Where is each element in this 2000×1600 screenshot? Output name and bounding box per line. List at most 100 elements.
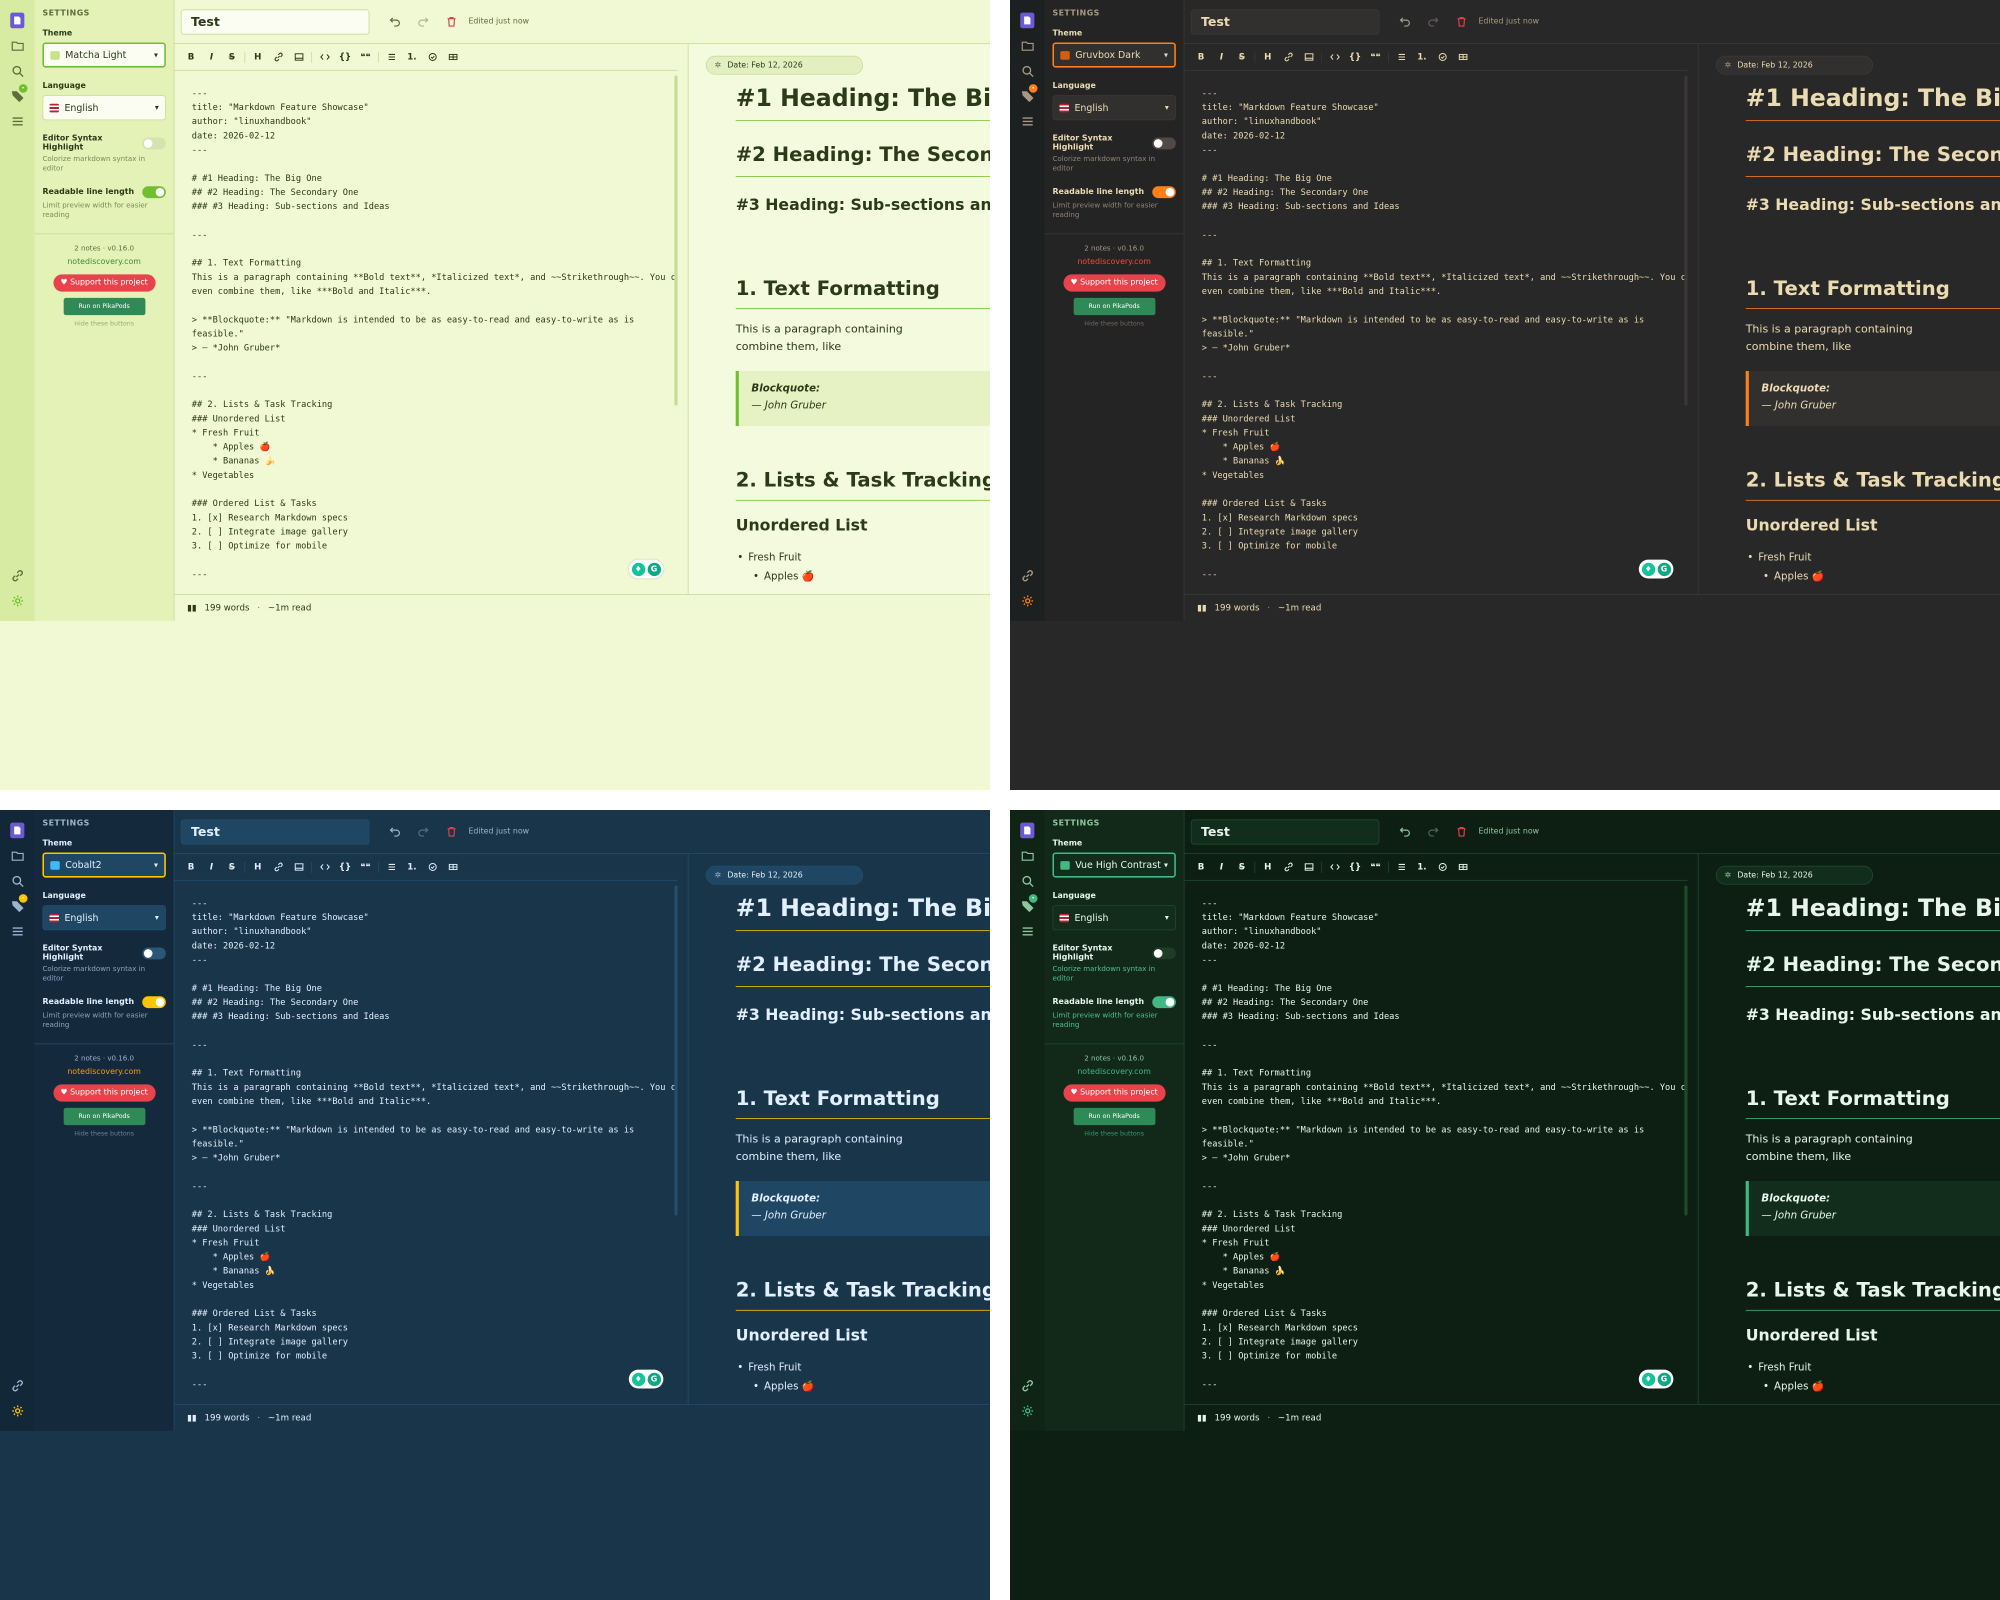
italic-button[interactable]: I	[201, 48, 221, 67]
strikethrough-button[interactable]: S	[1232, 858, 1252, 877]
bold-button[interactable]: B	[1191, 48, 1211, 67]
app-logo-icon[interactable]	[1018, 821, 1037, 840]
bullet-list-icon[interactable]	[1391, 858, 1411, 877]
gear-icon[interactable]	[8, 591, 27, 610]
ordered-list-button[interactable]: 1.	[402, 858, 422, 877]
ordered-list-button[interactable]: 1.	[402, 48, 422, 67]
heading-button[interactable]: H	[248, 858, 268, 877]
link-icon[interactable]	[268, 858, 288, 877]
app-logo-icon[interactable]	[1018, 11, 1037, 30]
quote-button[interactable]: ❝❝	[355, 858, 375, 877]
undo-icon[interactable]	[385, 12, 404, 31]
image-icon[interactable]	[1298, 48, 1318, 67]
note-title-input[interactable]	[1190, 819, 1380, 845]
readable-line-toggle[interactable]	[1152, 996, 1176, 1009]
folder-icon[interactable]	[1018, 846, 1037, 865]
bold-button[interactable]: B	[181, 48, 201, 67]
tag-icon[interactable]: •	[1018, 894, 1038, 915]
site-link[interactable]: notediscovery.com	[1052, 257, 1175, 266]
editor-scrollbar[interactable]	[1684, 885, 1688, 1216]
inline-code-icon[interactable]	[314, 48, 334, 67]
gear-icon[interactable]	[8, 1401, 27, 1420]
redo-icon[interactable]	[413, 822, 432, 841]
folder-icon[interactable]	[8, 846, 27, 865]
theme-select[interactable]: Vue High Contrast ▾	[1052, 852, 1176, 878]
tag-icon[interactable]: •	[8, 894, 28, 915]
bold-button[interactable]: B	[1191, 858, 1211, 877]
gear-icon[interactable]	[1018, 1401, 1037, 1420]
quote-button[interactable]: ❝❝	[1365, 858, 1385, 877]
language-select[interactable]: English ▾	[42, 95, 166, 121]
link-icon[interactable]	[268, 48, 288, 67]
tag-icon[interactable]: •	[8, 84, 28, 105]
inline-code-icon[interactable]	[1324, 858, 1344, 877]
markdown-editor[interactable]: --- title: "Markdown Feature Showcase" a…	[174, 881, 678, 1404]
editor-scrollbar[interactable]	[674, 75, 678, 406]
bullet-list-icon[interactable]	[1391, 48, 1411, 67]
language-select[interactable]: English ▾	[42, 905, 166, 931]
inline-code-icon[interactable]	[314, 858, 334, 877]
search-icon[interactable]	[8, 871, 27, 890]
folder-icon[interactable]	[1018, 36, 1037, 55]
markdown-editor[interactable]: --- title: "Markdown Feature Showcase" a…	[1184, 71, 1688, 594]
italic-button[interactable]: I	[1211, 858, 1231, 877]
theme-select[interactable]: Cobalt2 ▾	[42, 852, 166, 878]
markdown-editor[interactable]: --- title: "Markdown Feature Showcase" a…	[1184, 881, 1688, 1404]
pikapods-button[interactable]: Run on PikaPods	[63, 1107, 146, 1125]
site-link[interactable]: notediscovery.com	[1052, 1067, 1175, 1076]
table-icon[interactable]	[1453, 48, 1473, 67]
search-icon[interactable]	[1018, 61, 1037, 80]
hide-buttons-link[interactable]: Hide these buttons	[42, 1130, 165, 1137]
strikethrough-button[interactable]: S	[1232, 48, 1252, 67]
task-list-icon[interactable]	[1432, 858, 1452, 877]
markdown-editor[interactable]: --- title: "Markdown Feature Showcase" a…	[174, 71, 678, 594]
link-icon[interactable]	[1018, 1376, 1037, 1395]
link-icon[interactable]	[8, 1376, 27, 1395]
code-block-button[interactable]: {}	[1345, 858, 1365, 877]
trash-icon[interactable]	[442, 12, 461, 31]
heading-button[interactable]: H	[1258, 48, 1278, 67]
app-logo-icon[interactable]	[8, 821, 27, 840]
hide-buttons-link[interactable]: Hide these buttons	[1052, 1130, 1175, 1137]
heading-button[interactable]: H	[1258, 858, 1278, 877]
folder-icon[interactable]	[8, 36, 27, 55]
syntax-highlight-toggle[interactable]	[1152, 137, 1176, 149]
italic-button[interactable]: I	[1211, 48, 1231, 67]
quote-button[interactable]: ❝❝	[1365, 48, 1385, 67]
theme-select[interactable]: Gruvbox Dark ▾	[1052, 42, 1176, 68]
table-icon[interactable]	[1453, 858, 1473, 877]
list-icon[interactable]	[8, 922, 27, 941]
pikapods-button[interactable]: Run on PikaPods	[1073, 297, 1156, 315]
ordered-list-button[interactable]: 1.	[1412, 48, 1432, 67]
note-title-input[interactable]	[1190, 9, 1380, 35]
undo-icon[interactable]	[1395, 12, 1414, 31]
trash-icon[interactable]	[1452, 12, 1471, 31]
hide-buttons-link[interactable]: Hide these buttons	[42, 320, 165, 327]
inline-code-icon[interactable]	[1324, 48, 1344, 67]
trash-icon[interactable]	[442, 822, 461, 841]
strikethrough-button[interactable]: S	[222, 858, 242, 877]
hide-buttons-link[interactable]: Hide these buttons	[1052, 320, 1175, 327]
note-title-input[interactable]	[180, 819, 370, 845]
redo-icon[interactable]	[1423, 822, 1442, 841]
gear-icon[interactable]	[1018, 591, 1037, 610]
code-block-button[interactable]: {}	[335, 858, 355, 877]
grammarly-widget[interactable]: ♦ G	[628, 1369, 664, 1389]
tag-icon[interactable]: •	[1018, 84, 1038, 105]
app-logo-icon[interactable]	[8, 11, 27, 30]
task-list-icon[interactable]	[1432, 48, 1452, 67]
link-icon[interactable]	[8, 566, 27, 585]
support-project-button[interactable]: ♥ Support this project	[1063, 1083, 1166, 1102]
theme-select[interactable]: Matcha Light ▾	[42, 42, 166, 68]
table-icon[interactable]	[443, 858, 463, 877]
pikapods-button[interactable]: Run on PikaPods	[1073, 1107, 1156, 1125]
syntax-highlight-toggle[interactable]	[142, 137, 166, 149]
language-select[interactable]: English ▾	[1052, 905, 1176, 931]
grammarly-widget[interactable]: ♦ G	[1638, 1369, 1674, 1389]
bullet-list-icon[interactable]	[381, 48, 401, 67]
link-icon[interactable]	[1278, 48, 1298, 67]
grammarly-widget[interactable]: ♦ G	[628, 559, 664, 579]
bullet-list-icon[interactable]	[381, 858, 401, 877]
redo-icon[interactable]	[413, 12, 432, 31]
image-icon[interactable]	[288, 858, 308, 877]
